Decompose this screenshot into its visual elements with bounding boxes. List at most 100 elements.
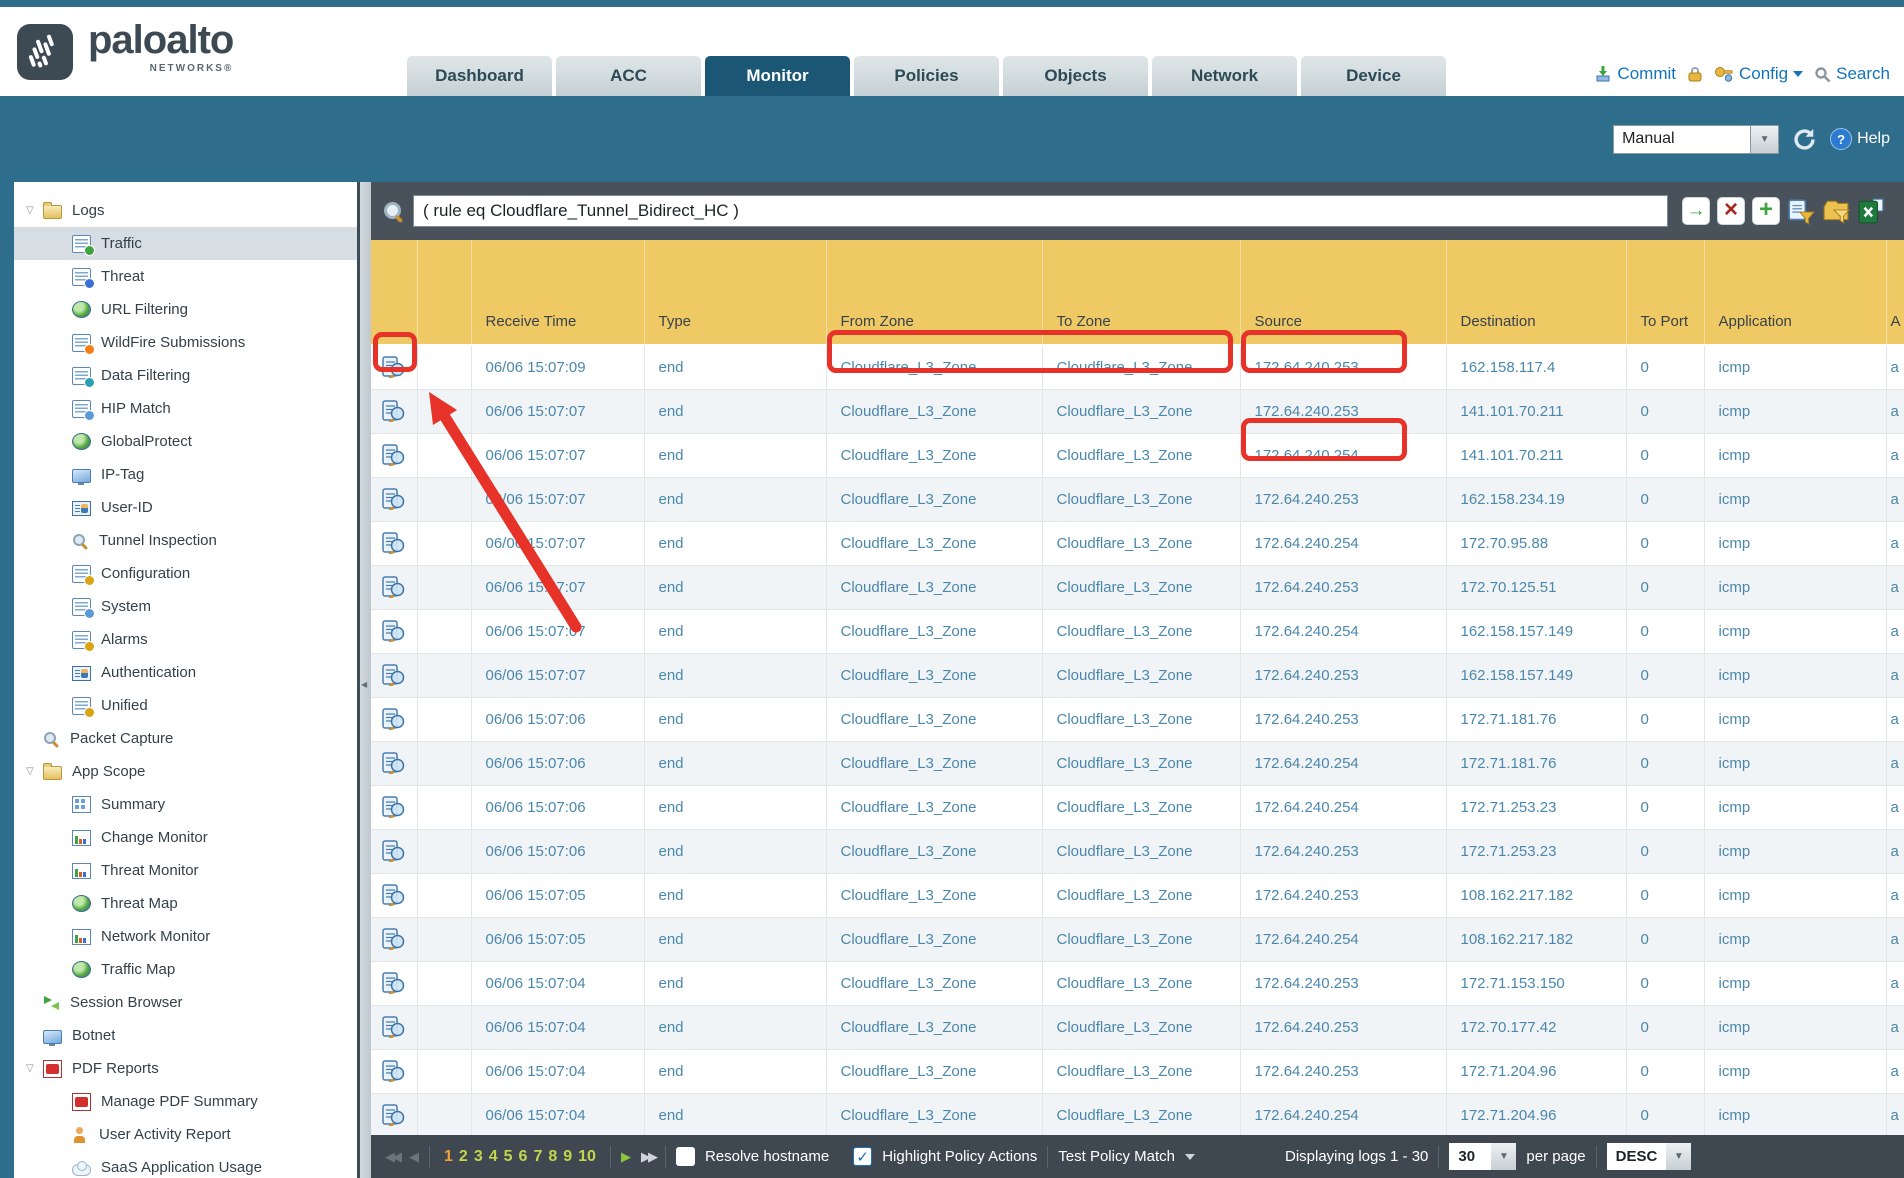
cell-type[interactable]: end	[644, 565, 826, 609]
sidebar-collapse-handle[interactable]	[357, 182, 371, 1178]
cell-action[interactable]: a	[1886, 345, 1904, 389]
cell-to-zone[interactable]: Cloudflare_L3_Zone	[1042, 697, 1240, 741]
cell-to-zone[interactable]: Cloudflare_L3_Zone	[1042, 477, 1240, 521]
cell-destination[interactable]: 172.70.125.51	[1446, 565, 1626, 609]
cell-source[interactable]: 172.64.240.253	[1240, 653, 1446, 697]
cell-application[interactable]: icmp	[1704, 1005, 1886, 1049]
cell-to-port[interactable]: 0	[1626, 345, 1704, 389]
cell-type[interactable]: end	[644, 1093, 826, 1137]
sort-order-dropdown-button[interactable]	[1666, 1143, 1691, 1170]
cell-to-port[interactable]: 0	[1626, 961, 1704, 1005]
export-logs-button[interactable]	[1857, 197, 1885, 225]
tab-monitor[interactable]: Monitor	[705, 56, 850, 96]
resolve-hostname-checkbox[interactable]	[676, 1147, 695, 1166]
cell-from-zone[interactable]: Cloudflare_L3_Zone	[826, 917, 1042, 961]
cell-to-zone[interactable]: Cloudflare_L3_Zone	[1042, 1049, 1240, 1093]
sidebar-item-unified[interactable]: Unified	[14, 689, 357, 722]
cell-receive-time[interactable]: 06/06 15:07:06	[471, 785, 644, 829]
cell-to-zone[interactable]: Cloudflare_L3_Zone	[1042, 961, 1240, 1005]
cell-receive-time[interactable]: 06/06 15:07:07	[471, 609, 644, 653]
cell-to-port[interactable]: 0	[1626, 1093, 1704, 1137]
sidebar-item-url-filtering[interactable]: URL Filtering	[14, 293, 357, 326]
column-header-type[interactable]: Type	[644, 240, 826, 345]
cell-source[interactable]: 172.64.240.254	[1240, 609, 1446, 653]
sidebar-item-manage-pdf-summary[interactable]: Manage PDF Summary	[14, 1085, 357, 1118]
cell-action[interactable]: a	[1886, 653, 1904, 697]
log-detail-icon[interactable]	[371, 389, 417, 433]
sidebar-item-user-activity-report[interactable]: User Activity Report	[14, 1118, 357, 1151]
cell-receive-time[interactable]: 06/06 15:07:07	[471, 477, 644, 521]
cell-source[interactable]: 172.64.240.253	[1240, 829, 1446, 873]
page-number-10[interactable]: 10	[578, 1148, 596, 1166]
cell-from-zone[interactable]: Cloudflare_L3_Zone	[826, 961, 1042, 1005]
cell-type[interactable]: end	[644, 961, 826, 1005]
cell-destination[interactable]: 162.158.234.19	[1446, 477, 1626, 521]
log-detail-icon[interactable]	[371, 1049, 417, 1093]
cell-to-zone[interactable]: Cloudflare_L3_Zone	[1042, 1093, 1240, 1137]
refresh-mode-select[interactable]: Manual	[1613, 125, 1779, 154]
cell-receive-time[interactable]: 06/06 15:07:07	[471, 653, 644, 697]
log-detail-icon[interactable]	[371, 477, 417, 521]
cell-source[interactable]: 172.64.240.253	[1240, 1049, 1446, 1093]
sidebar-item-configuration[interactable]: Configuration	[14, 557, 357, 590]
cell-application[interactable]: icmp	[1704, 521, 1886, 565]
load-filter-button[interactable]	[1822, 197, 1850, 225]
sort-order-select[interactable]: DESC	[1607, 1143, 1692, 1170]
cell-source[interactable]: 172.64.240.254	[1240, 521, 1446, 565]
config-menu-button[interactable]: Config	[1714, 64, 1803, 84]
cell-destination[interactable]: 172.70.177.42	[1446, 1005, 1626, 1049]
cell-to-zone[interactable]: Cloudflare_L3_Zone	[1042, 653, 1240, 697]
cell-action[interactable]: a	[1886, 609, 1904, 653]
cell-from-zone[interactable]: Cloudflare_L3_Zone	[826, 1049, 1042, 1093]
cell-type[interactable]: end	[644, 433, 826, 477]
column-header-application[interactable]: Application	[1704, 240, 1886, 345]
apply-filter-button[interactable]	[1682, 197, 1710, 225]
refresh-mode-dropdown-button[interactable]	[1751, 125, 1779, 154]
cell-type[interactable]: end	[644, 477, 826, 521]
page-number-4[interactable]: 4	[489, 1148, 498, 1166]
cell-action[interactable]: a	[1886, 433, 1904, 477]
cell-action[interactable]: a	[1886, 697, 1904, 741]
column-header-receive-time[interactable]: Receive Time	[471, 240, 644, 345]
log-detail-icon[interactable]	[371, 697, 417, 741]
tab-policies[interactable]: Policies	[854, 56, 999, 96]
cell-to-zone[interactable]: Cloudflare_L3_Zone	[1042, 741, 1240, 785]
cell-type[interactable]: end	[644, 873, 826, 917]
log-detail-icon[interactable]	[371, 653, 417, 697]
cell-source[interactable]: 172.64.240.253	[1240, 873, 1446, 917]
column-header-destination[interactable]: Destination	[1446, 240, 1626, 345]
cell-source[interactable]: 172.64.240.254	[1240, 1093, 1446, 1137]
expand-arrow-icon[interactable]: ▽	[26, 205, 43, 216]
sidebar-item-globalprotect[interactable]: GlobalProtect	[14, 425, 357, 458]
cell-receive-time[interactable]: 06/06 15:07:07	[471, 565, 644, 609]
page-number-8[interactable]: 8	[548, 1148, 557, 1166]
cell-receive-time[interactable]: 06/06 15:07:06	[471, 741, 644, 785]
last-page-button[interactable]: ▶▶	[641, 1149, 655, 1165]
cell-from-zone[interactable]: Cloudflare_L3_Zone	[826, 609, 1042, 653]
cell-source[interactable]: 172.64.240.253	[1240, 477, 1446, 521]
log-detail-icon[interactable]	[371, 565, 417, 609]
refresh-icon[interactable]	[1791, 126, 1818, 153]
cell-destination[interactable]: 141.101.70.211	[1446, 433, 1626, 477]
cell-application[interactable]: icmp	[1704, 1093, 1886, 1137]
sidebar-item-threat-map[interactable]: Threat Map	[14, 887, 357, 920]
sidebar-item-saas-application-usage[interactable]: SaaS Application Usage	[14, 1151, 357, 1178]
cell-receive-time[interactable]: 06/06 15:07:06	[471, 697, 644, 741]
per-page-select[interactable]: 30	[1449, 1143, 1516, 1170]
cell-destination[interactable]: 162.158.117.4	[1446, 345, 1626, 389]
cell-source[interactable]: 172.64.240.253	[1240, 389, 1446, 433]
column-header-from-zone[interactable]: From Zone	[826, 240, 1042, 345]
cell-action[interactable]: a	[1886, 741, 1904, 785]
cell-type[interactable]: end	[644, 609, 826, 653]
cell-application[interactable]: icmp	[1704, 477, 1886, 521]
cell-receive-time[interactable]: 06/06 15:07:04	[471, 961, 644, 1005]
tab-acc[interactable]: ACC	[556, 56, 701, 96]
log-detail-icon[interactable]	[371, 345, 417, 389]
cell-to-port[interactable]: 0	[1626, 477, 1704, 521]
lock-icon[interactable]	[1687, 65, 1703, 83]
cell-receive-time[interactable]: 06/06 15:07:04	[471, 1005, 644, 1049]
cell-to-port[interactable]: 0	[1626, 1049, 1704, 1093]
cell-to-zone[interactable]: Cloudflare_L3_Zone	[1042, 1005, 1240, 1049]
column-header-to-zone[interactable]: To Zone	[1042, 240, 1240, 345]
cell-type[interactable]: end	[644, 345, 826, 389]
